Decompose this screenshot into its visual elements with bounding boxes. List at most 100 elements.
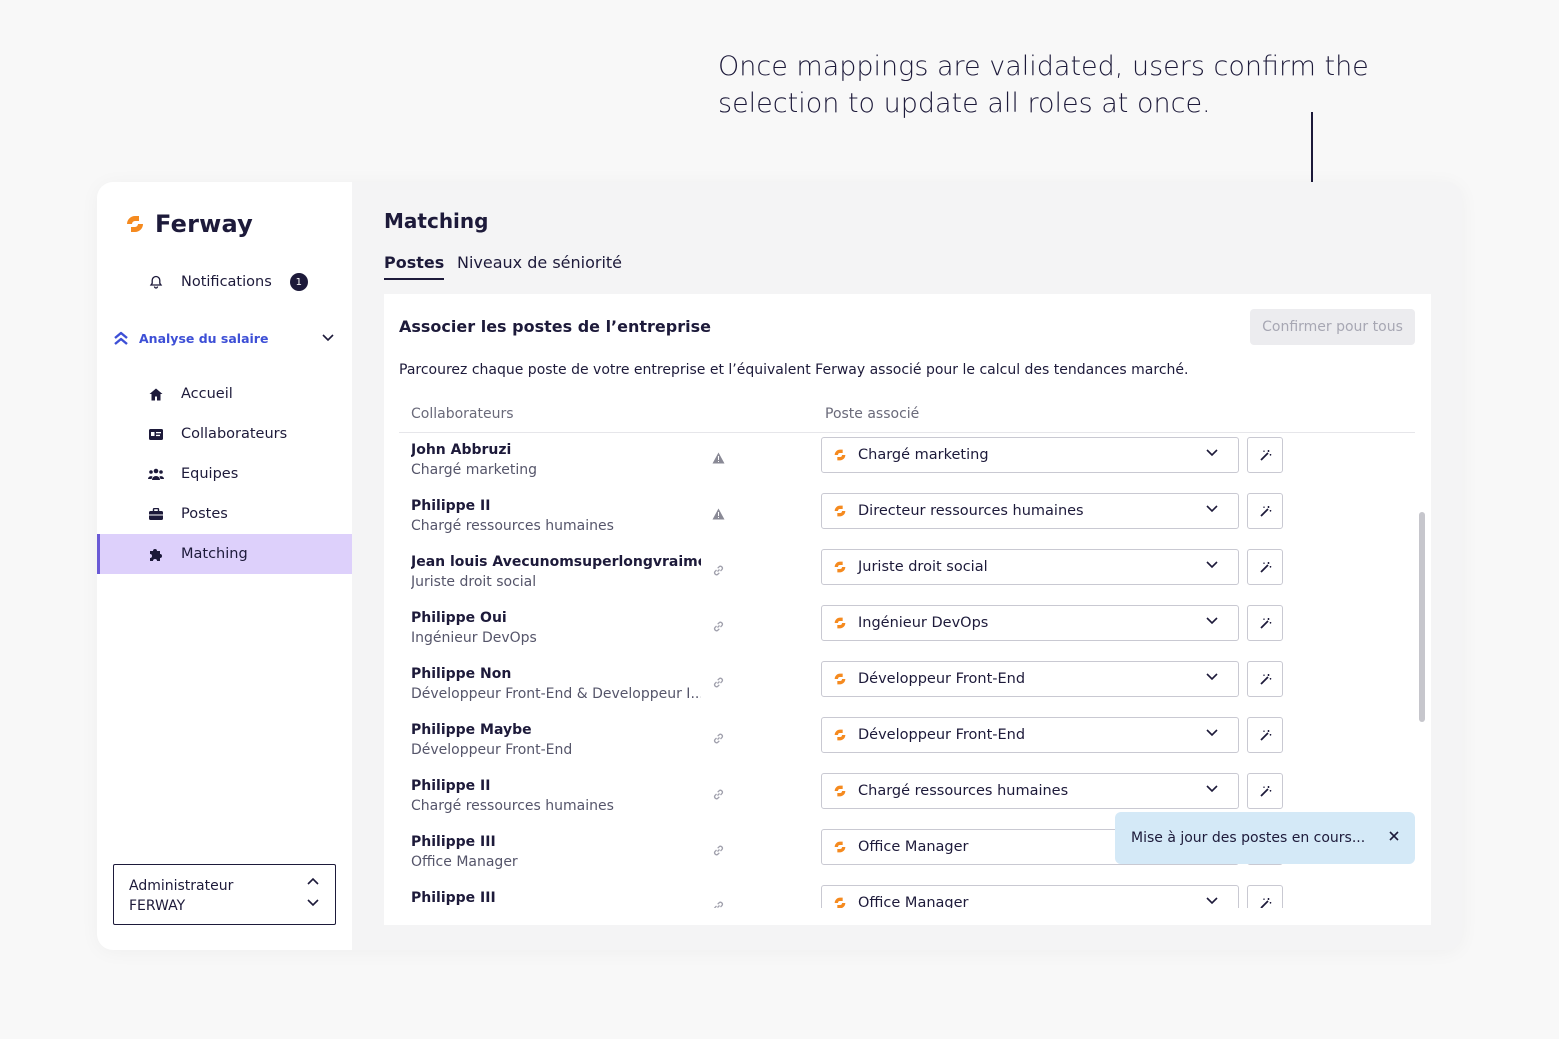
warning-icon <box>710 508 726 523</box>
magic-wand-icon <box>1259 729 1272 742</box>
ferway-logo-icon <box>832 727 848 743</box>
sidebar-item-label: Postes <box>181 506 228 522</box>
link-icon <box>710 564 726 580</box>
app-window: Ferway Notifications 1 Analyse du salair… <box>97 182 1462 950</box>
warning-icon <box>710 452 726 467</box>
magic-wand-button[interactable] <box>1247 437 1283 473</box>
chevron-down-icon <box>1206 614 1218 629</box>
ferway-logo-icon <box>832 503 848 519</box>
collaborator-name: Jean louis Avecunomsuperlongvraime... <box>411 554 701 570</box>
confirm-all-button[interactable]: Confirmer pour tous <box>1250 309 1415 345</box>
sidebar-item-postes[interactable]: Postes <box>97 494 352 534</box>
poste-select-value: Directeur ressources humaines <box>858 503 1084 519</box>
table-row: John Abbruzi Chargé marketing Chargé marke… <box>384 433 1431 489</box>
table-row: Philippe Non Développeur Front-End & Deve… <box>384 657 1431 713</box>
tab-postes[interactable]: Postes <box>384 253 445 280</box>
chevron-down-icon <box>1206 894 1218 908</box>
collaborator-role: Chargé marketing <box>411 462 538 478</box>
link-icon <box>710 620 726 636</box>
section-analyse-du-salaire[interactable]: Analyse du salaire <box>113 326 338 350</box>
sidebar-item-equipes[interactable]: Equipes <box>97 454 352 494</box>
sidebar-item-matching[interactable]: Matching <box>97 534 352 574</box>
collaborator-role: Juriste droit social <box>411 574 537 590</box>
table-row: Philippe II Chargé ressources humaines Dir… <box>384 489 1431 545</box>
collaborator-role: Chargé ressources humaines <box>411 518 614 534</box>
poste-select-value: Chargé ressources humaines <box>858 783 1069 799</box>
annotation-line-2: selection to update all roles at once. <box>718 88 1211 119</box>
users-icon <box>147 468 165 480</box>
ferway-logo-icon <box>832 447 848 463</box>
magic-wand-button[interactable] <box>1247 773 1283 809</box>
sidebar-item-label: Matching <box>181 546 248 562</box>
link-icon <box>710 844 726 860</box>
poste-select[interactable]: Chargé marketing <box>821 437 1239 473</box>
column-header-collaborateurs: Collaborateurs <box>411 406 514 422</box>
magic-wand-button[interactable] <box>1247 717 1283 753</box>
magic-wand-icon <box>1259 449 1272 462</box>
collaborator-role: Office Manager <box>411 854 518 870</box>
column-header-poste-associe: Poste associé <box>825 406 920 422</box>
bell-icon <box>147 275 165 289</box>
magic-wand-icon <box>1259 617 1272 630</box>
table-row: Philippe III Office Manager <box>384 881 1431 908</box>
briefcase-icon <box>147 508 165 520</box>
account-switcher[interactable]: Administrateur FERWAY <box>113 864 336 925</box>
collaborator-role: Ingénieur DevOps <box>411 630 537 646</box>
magic-wand-button[interactable] <box>1247 549 1283 585</box>
magic-wand-button[interactable] <box>1247 661 1283 697</box>
sidebar-item-label: Notifications <box>181 274 272 290</box>
tab-niveaux-de-seniorite[interactable]: Niveaux de séniorité <box>457 253 622 278</box>
poste-select-value: Ingénieur DevOps <box>858 615 989 631</box>
poste-select-value: Développeur Front-End <box>858 671 1026 687</box>
ferway-logo-icon <box>832 615 848 631</box>
poste-select[interactable]: Ingénieur DevOps <box>821 605 1239 641</box>
chevron-down-icon <box>1206 670 1218 685</box>
ferway-logo-icon <box>123 212 147 236</box>
table-row: Philippe Maybe Développeur Front-End Dével… <box>384 713 1431 769</box>
section-icon <box>113 330 129 346</box>
brand-logo[interactable]: Ferway <box>123 210 253 238</box>
sidebar-item-notifications[interactable]: Notifications 1 <box>97 262 352 302</box>
ferway-logo-icon <box>832 783 848 799</box>
poste-select[interactable]: Directeur ressources humaines <box>821 493 1239 529</box>
sidebar-item-label: Equipes <box>181 466 239 482</box>
toast-message: Mise à jour des postes en cours... <box>1131 830 1366 846</box>
sidebar-item-accueil[interactable]: Accueil <box>97 374 352 414</box>
poste-select[interactable]: Office Manager <box>821 885 1239 908</box>
poste-select[interactable]: Chargé ressources humaines <box>821 773 1239 809</box>
link-icon <box>710 788 726 804</box>
scrollbar[interactable] <box>1419 512 1425 722</box>
poste-select-value: Chargé marketing <box>858 447 989 463</box>
sidebar: Ferway Notifications 1 Analyse du salair… <box>97 182 352 950</box>
chevron-down-icon <box>1206 782 1218 797</box>
chevron-down-icon <box>1206 502 1218 517</box>
magic-wand-button[interactable] <box>1247 885 1283 908</box>
annotation-line-1: Once mappings are validated, users confi… <box>718 51 1369 82</box>
magic-wand-icon <box>1259 561 1272 574</box>
sidebar-item-collaborateurs[interactable]: Collaborateurs <box>97 414 352 454</box>
collaborator-name: Philippe II <box>411 778 491 794</box>
magic-wand-icon <box>1259 897 1272 908</box>
collaborator-role: Chargé ressources humaines <box>411 798 614 814</box>
card-description: Parcourez chaque poste de votre entrepri… <box>399 362 1189 378</box>
collaborator-name: Philippe Oui <box>411 610 507 626</box>
magic-wand-button[interactable] <box>1247 605 1283 641</box>
magic-wand-button[interactable] <box>1247 493 1283 529</box>
sidebar-item-label: Accueil <box>181 386 233 402</box>
page-title: Matching <box>384 209 489 233</box>
magic-wand-icon <box>1259 505 1272 518</box>
collaborator-role: Développeur Front-End & Developpeur I... <box>411 686 701 702</box>
poste-select-value: Office Manager <box>858 895 969 908</box>
chevron-up-down-icon <box>307 877 319 913</box>
poste-select[interactable]: Développeur Front-End <box>821 717 1239 753</box>
chevron-down-icon <box>1206 726 1218 741</box>
status-toast: Mise à jour des postes en cours... <box>1115 812 1415 864</box>
poste-select-value: Juriste droit social <box>858 559 988 575</box>
poste-select[interactable]: Juriste droit social <box>821 549 1239 585</box>
account-role: Administrateur <box>129 878 234 894</box>
home-icon <box>147 388 165 401</box>
link-icon <box>710 732 726 748</box>
close-icon[interactable] <box>1389 827 1399 845</box>
poste-select[interactable]: Développeur Front-End <box>821 661 1239 697</box>
section-label: Analyse du salaire <box>139 330 269 346</box>
